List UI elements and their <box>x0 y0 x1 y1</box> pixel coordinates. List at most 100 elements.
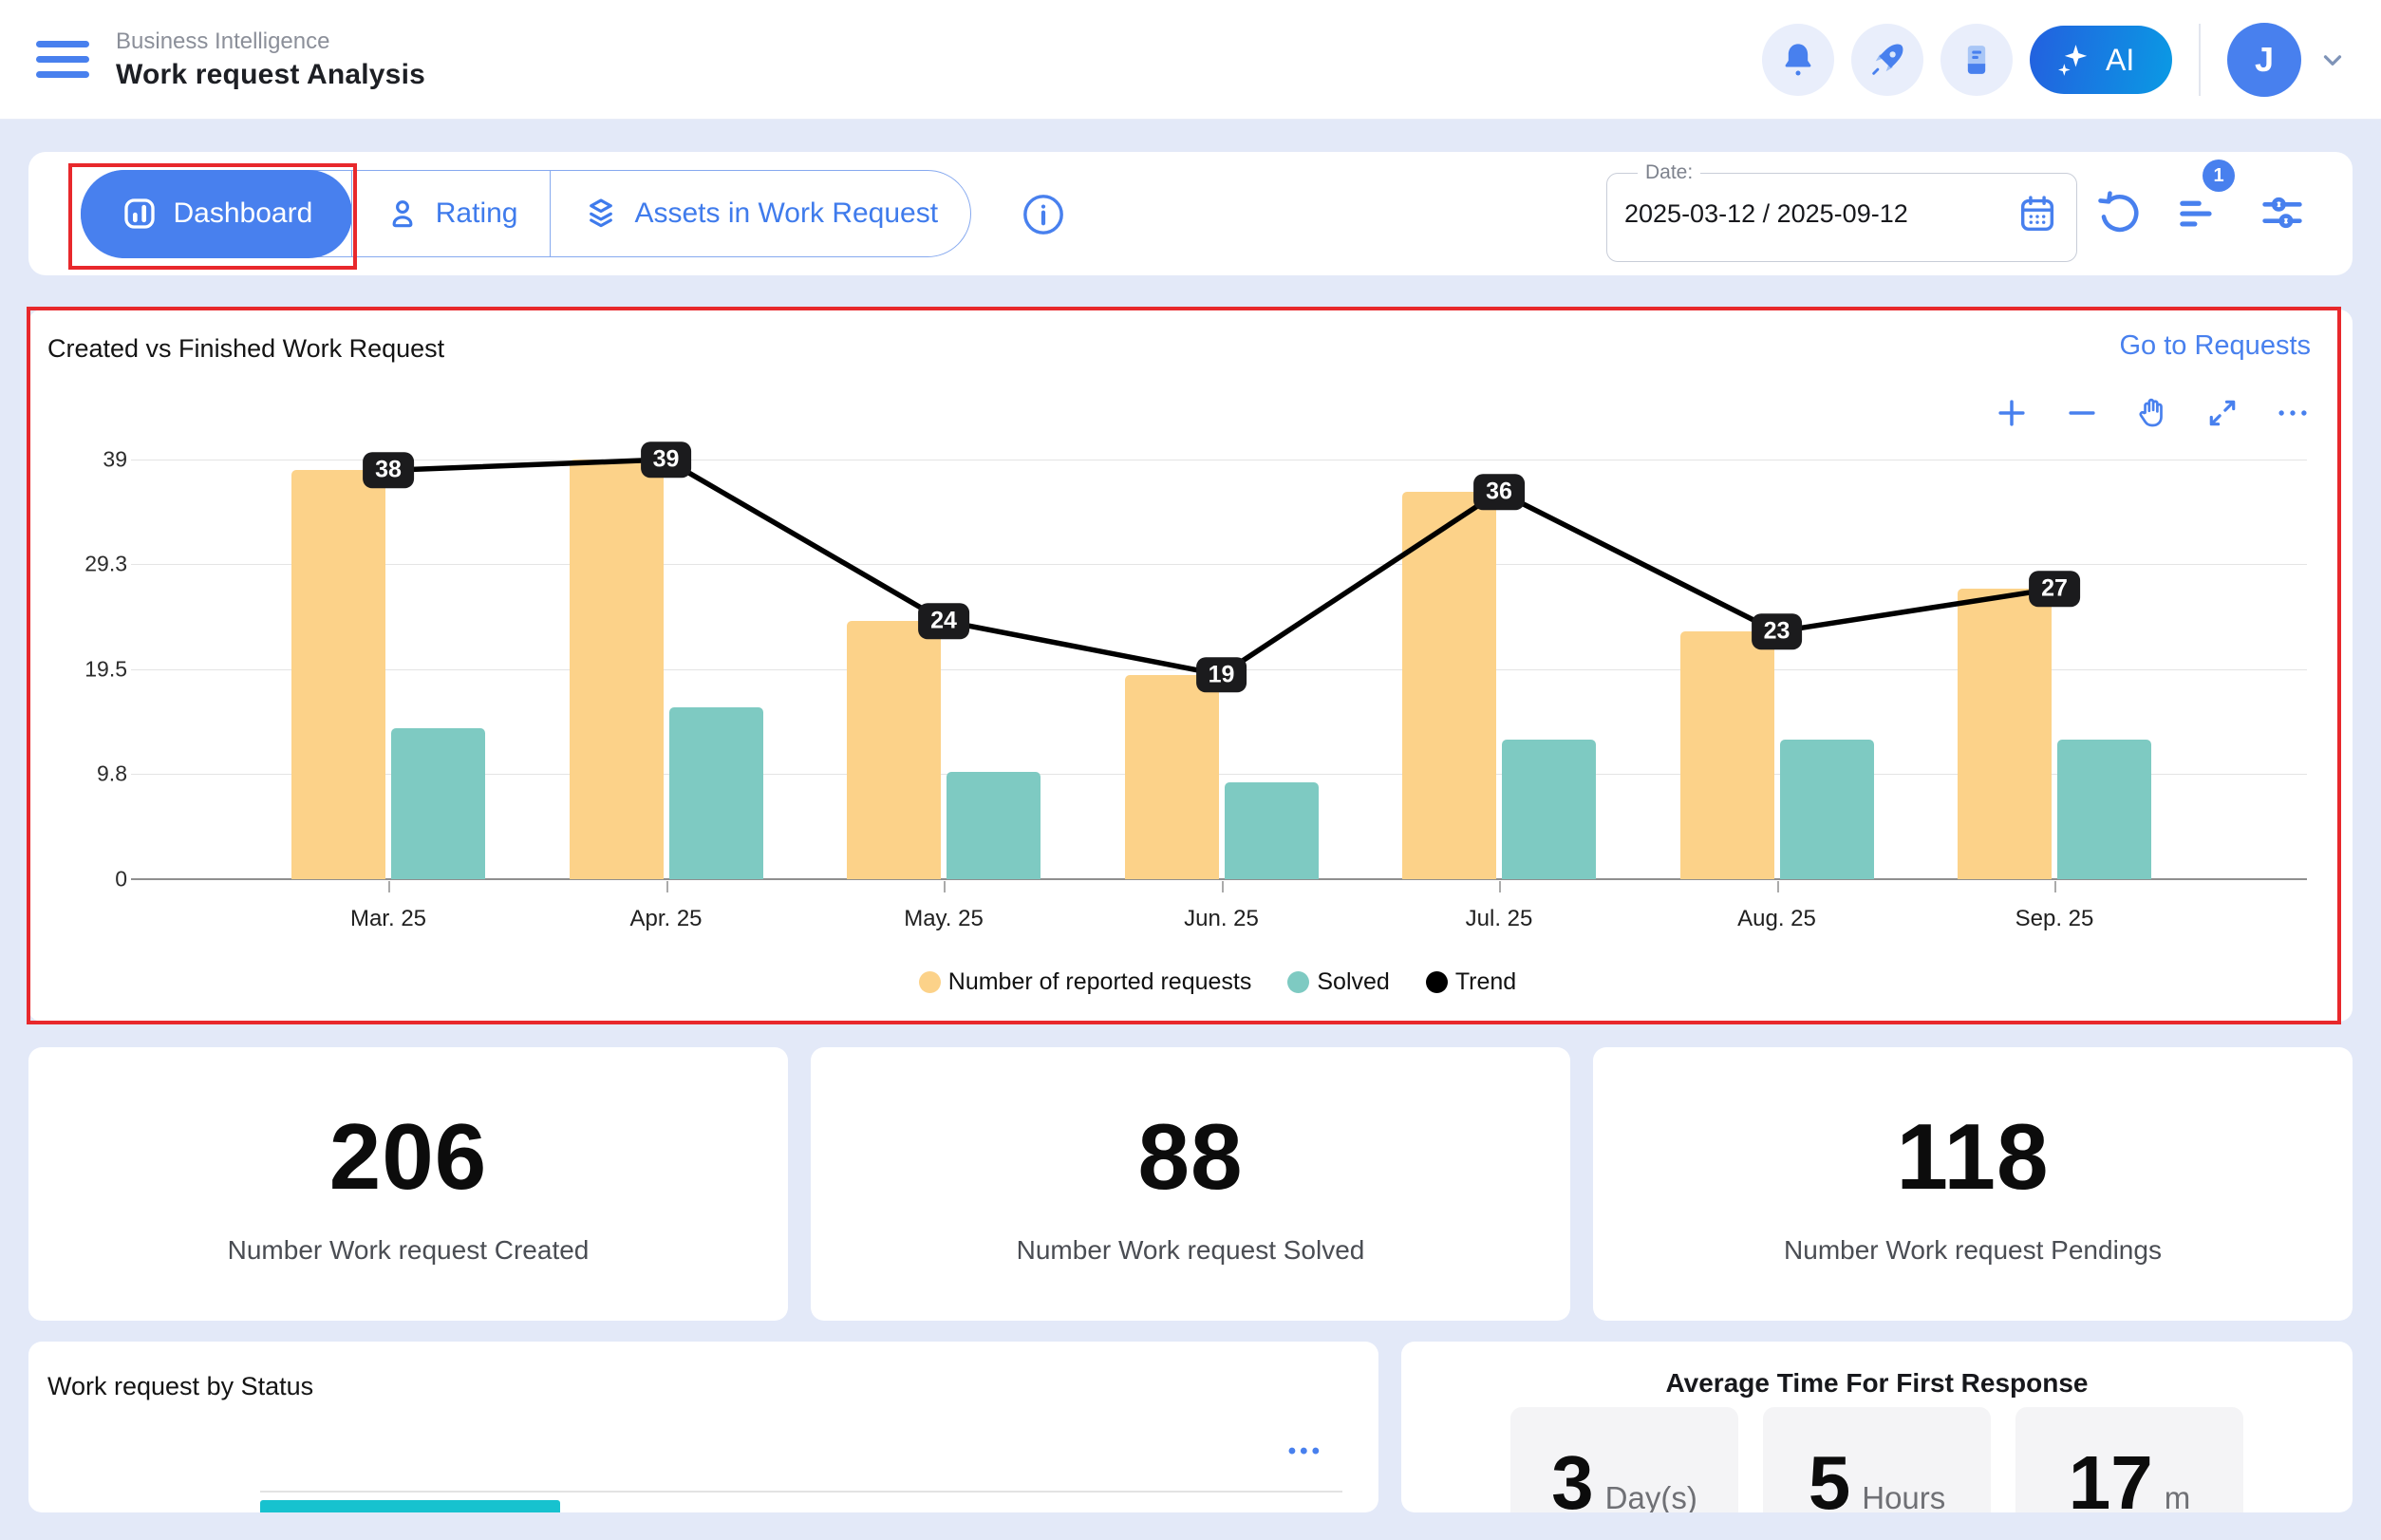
legend-item[interactable]: Number of reported requests <box>919 968 1252 996</box>
tile-value: 17 <box>2069 1439 2153 1512</box>
chart-card: Created vs Finished Work Request Go to R… <box>28 310 2353 1022</box>
tab-rating-label: Rating <box>436 197 518 230</box>
person-icon <box>384 196 421 232</box>
stat-label: Number Work request Created <box>228 1235 590 1266</box>
trend-value-label: 36 <box>1473 474 1525 510</box>
response-tile-minutes: 17 m <box>2015 1407 2243 1512</box>
more-options-icon[interactable]: ••• <box>1288 1438 1323 1465</box>
average-response-card: Average Time For First Response 3 Day(s)… <box>1401 1342 2353 1512</box>
response-tiles: 3 Day(s) 5 Hours 17 m <box>1401 1407 2353 1512</box>
tile-value: 5 <box>1809 1439 1851 1512</box>
top-header: Business Intelligence Work request Analy… <box>0 0 2381 120</box>
x-axis-tick <box>1777 881 1779 892</box>
journal-icon <box>1959 42 1995 78</box>
settings-sliders-icon[interactable] <box>2258 188 2307 237</box>
x-axis-label: Jul. 25 <box>1414 906 1584 932</box>
legend-dot-icon <box>919 971 941 993</box>
legend-label: Number of reported requests <box>948 968 1252 996</box>
tab-assets-label: Assets in Work Request <box>634 197 938 230</box>
x-axis-label: Apr. 25 <box>581 906 752 932</box>
x-axis-label: Mar. 25 <box>303 906 474 932</box>
response-card-title: Average Time For First Response <box>1401 1368 2353 1399</box>
tab-assets-in-work-request[interactable]: Assets in Work Request <box>550 171 970 256</box>
legend-dot-icon <box>1287 971 1309 993</box>
y-axis-tick-label: 39 <box>46 447 127 473</box>
stat-label: Number Work request Pendings <box>1784 1235 2162 1266</box>
avatar-initial: J <box>2255 40 2274 80</box>
legend-label: Solved <box>1317 968 1389 996</box>
status-bar-segment <box>260 1500 560 1512</box>
zoom-out-icon[interactable] <box>2064 395 2100 431</box>
response-tile-hours: 5 Hours <box>1763 1407 1991 1512</box>
info-icon[interactable] <box>1022 193 1065 236</box>
hamburger-menu-icon[interactable] <box>36 41 89 78</box>
status-bar-track <box>260 1491 1342 1493</box>
trend-value-label: 39 <box>641 441 692 478</box>
x-axis-tick <box>388 881 390 892</box>
breadcrumb: Business Intelligence <box>116 28 425 55</box>
y-axis-tick-label: 9.8 <box>46 761 127 786</box>
work-request-by-status-card: Work request by Status ••• <box>28 1342 1378 1512</box>
calendar-icon[interactable] <box>2015 192 2059 235</box>
pan-hand-icon[interactable] <box>2134 395 2170 431</box>
ai-assistant-button[interactable]: AI <box>2030 26 2172 94</box>
legend-item[interactable]: Solved <box>1287 968 1389 996</box>
x-axis-tick <box>944 881 946 892</box>
refresh-icon[interactable] <box>2094 188 2144 237</box>
sparkles-icon <box>2054 41 2092 79</box>
y-axis-tick-label: 0 <box>46 867 127 892</box>
toolbar-panel: Dashboard Rating Assets in Work Request <box>28 152 2353 275</box>
rocket-icon <box>1867 40 1907 80</box>
tab-dashboard[interactable]: Dashboard <box>81 170 353 258</box>
x-axis-tick <box>2054 881 2056 892</box>
fullscreen-icon[interactable] <box>2204 395 2240 431</box>
date-range-value: 2025-03-12 / 2025-09-12 <box>1624 199 1908 229</box>
page-title: Work request Analysis <box>116 59 425 91</box>
stat-label: Number Work request Solved <box>1017 1235 1365 1266</box>
filter-icon[interactable] <box>2172 188 2222 237</box>
x-axis-tick <box>666 881 668 892</box>
legend-label: Trend <box>1455 968 1516 996</box>
legend-item[interactable]: Trend <box>1426 968 1516 996</box>
x-axis-label: Jun. 25 <box>1136 906 1307 932</box>
bell-icon <box>1779 41 1817 79</box>
tab-rating[interactable]: Rating <box>351 171 551 256</box>
chart-legend: Number of reported requests Solved Trend <box>138 968 2297 996</box>
status-card-title: Work request by Status <box>47 1372 313 1401</box>
trend-value-label: 19 <box>1196 657 1247 693</box>
y-axis-tick-label: 19.5 <box>46 657 127 683</box>
date-range-field[interactable]: Date: 2025-03-12 / 2025-09-12 <box>1606 161 2077 262</box>
notifications-button[interactable] <box>1762 24 1834 96</box>
header-titles: Business Intelligence Work request Analy… <box>116 28 425 91</box>
tile-unit: Day(s) <box>1605 1480 1697 1512</box>
chart-toolbar <box>1994 395 2311 431</box>
legend-dot-icon <box>1426 971 1448 993</box>
trend-value-label: 27 <box>2029 571 2080 607</box>
docs-button[interactable] <box>1940 24 2013 96</box>
filter-count-badge: 1 <box>2203 160 2235 192</box>
chevron-down-icon[interactable] <box>2318 46 2347 74</box>
zoom-in-icon[interactable] <box>1994 395 2030 431</box>
tab-dashboard-label: Dashboard <box>174 197 313 230</box>
x-axis-label: Sep. 25 <box>1969 906 2140 932</box>
y-axis-tick-label: 29.3 <box>46 551 127 576</box>
x-axis-tick <box>1222 881 1224 892</box>
stat-card-created: 206 Number Work request Created <box>28 1047 788 1321</box>
header-actions: AI J <box>1762 0 2347 120</box>
page: Business Intelligence Work request Analy… <box>0 0 2381 1540</box>
date-field-label: Date: <box>1638 161 1700 184</box>
more-options-icon[interactable] <box>2275 395 2311 431</box>
stat-card-solved: 88 Number Work request Solved <box>811 1047 1570 1321</box>
trend-value-label: 23 <box>1752 614 1803 650</box>
stat-value: 118 <box>1896 1103 2049 1211</box>
whats-new-button[interactable] <box>1851 24 1923 96</box>
layers-icon <box>583 196 619 232</box>
ai-button-label: AI <box>2106 43 2134 78</box>
stat-card-pendings: 118 Number Work request Pendings <box>1593 1047 2353 1321</box>
x-axis-label: May. 25 <box>858 906 1029 932</box>
stat-value: 88 <box>1137 1103 1243 1211</box>
trend-value-label: 24 <box>918 603 969 639</box>
go-to-requests-link[interactable]: Go to Requests <box>2120 330 2312 362</box>
stat-value: 206 <box>329 1103 488 1211</box>
avatar[interactable]: J <box>2227 23 2301 97</box>
